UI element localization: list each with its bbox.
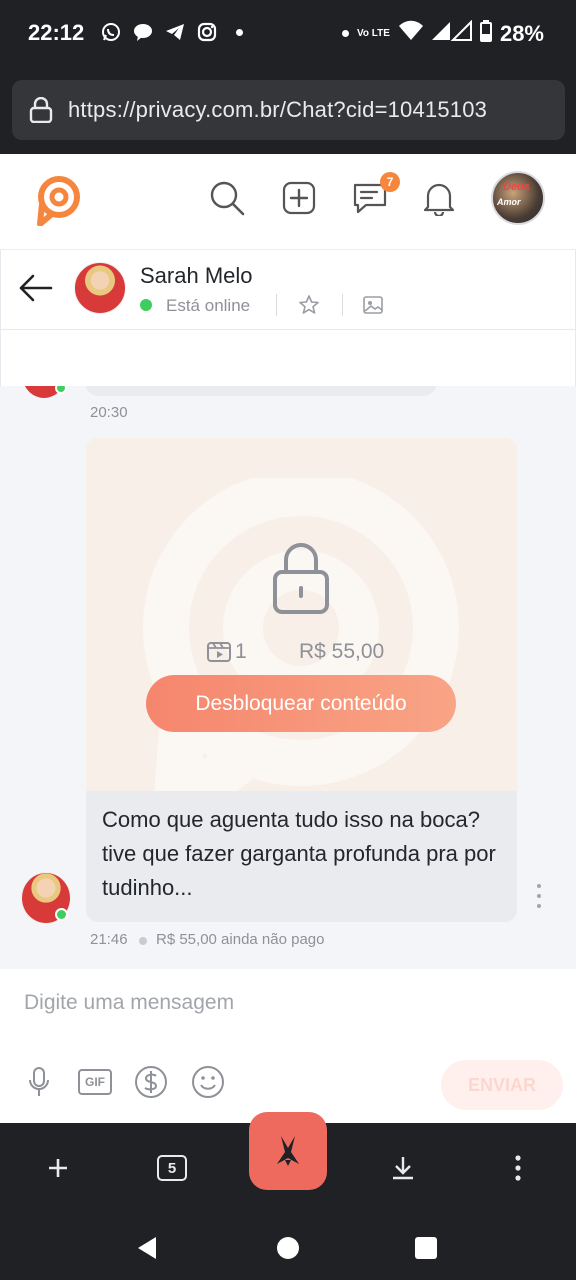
bell-icon[interactable] <box>419 178 459 218</box>
message-text: Como que aguenta tudo isso na boca? tive… <box>102 807 496 900</box>
gallery-icon[interactable] <box>362 294 384 316</box>
url-bar[interactable]: https://privacy.com.br/Chat?cid=10415103 <box>12 80 565 140</box>
tab-count: 5 <box>157 1155 187 1181</box>
locked-media-message[interactable]: 1 R$ 55,00 Desbloquear conteúdo Como que… <box>86 438 517 922</box>
battery-percent: 28% <box>499 20 544 46</box>
brave-button[interactable] <box>249 1112 327 1190</box>
message-time: 21:46 <box>90 931 128 948</box>
chat-subheader <box>0 330 576 386</box>
online-indicator <box>140 299 152 311</box>
message-list[interactable]: 20:30 1 R$ 55,00 Desbloquear conteúdo Co… <box>0 386 576 969</box>
browser-url-area: https://privacy.com.br/Chat?cid=10415103 <box>0 66 576 154</box>
nav-home-icon[interactable] <box>277 1237 299 1259</box>
privacy-watermark-icon <box>143 478 459 791</box>
search-icon[interactable] <box>207 178 247 218</box>
separator-dot <box>139 937 147 945</box>
signal-icon <box>431 19 472 47</box>
microphone-icon[interactable] <box>22 1065 56 1099</box>
star-icon[interactable] <box>298 294 320 316</box>
new-tab-icon[interactable] <box>43 1153 73 1183</box>
chat-icon <box>132 21 154 43</box>
add-post-icon[interactable] <box>279 178 319 218</box>
lock-icon <box>273 543 329 614</box>
send-button[interactable]: ENVIAR <box>441 1060 563 1110</box>
message-time: 20:30 <box>90 404 128 421</box>
telegram-icon <box>164 21 186 43</box>
emoji-icon[interactable] <box>191 1065 225 1099</box>
message-composer: GIF ENVIAR <box>0 969 576 1123</box>
avatar-text: Deus <box>503 181 530 193</box>
locked-media-preview: 1 R$ 55,00 Desbloquear conteúdo <box>86 438 517 791</box>
battery-icon <box>479 20 492 47</box>
contact-avatar[interactable] <box>74 262 126 314</box>
online-indicator <box>55 908 68 921</box>
messages-icon[interactable]: 7 <box>350 172 400 218</box>
chat-header: Sarah Melo Está online <box>0 250 576 330</box>
status-bar: 22:12 Vo LTE 28% <box>0 0 576 66</box>
dot-icon <box>341 30 349 37</box>
messages-badge: 7 <box>380 172 400 192</box>
divider <box>342 294 343 316</box>
status-time: 22:12 <box>28 20 85 45</box>
unlock-content-button[interactable]: Desbloquear conteúdo <box>146 675 456 732</box>
gif-icon[interactable]: GIF <box>78 1065 112 1099</box>
online-indicator <box>55 386 67 394</box>
download-icon[interactable] <box>388 1153 418 1183</box>
online-status: Está online <box>166 296 251 315</box>
lock-icon <box>29 97 53 123</box>
nav-back-icon[interactable] <box>136 1236 158 1260</box>
brave-lion-icon <box>277 1136 299 1166</box>
back-arrow-icon[interactable] <box>17 270 53 306</box>
video-icon <box>207 642 231 662</box>
previous-message-bubble[interactable] <box>85 386 437 396</box>
message-input[interactable] <box>24 987 544 1019</box>
whatsapp-icon <box>100 21 122 43</box>
video-count: 1 <box>235 640 247 663</box>
media-price: R$ 55,00 <box>299 640 385 663</box>
instagram-icon <box>196 21 218 43</box>
message-options-icon[interactable] <box>535 884 543 908</box>
privacy-logo-icon[interactable] <box>34 174 82 226</box>
profile-avatar[interactable]: Deus Amor <box>491 171 545 225</box>
volte-icon: Vo LTE <box>356 27 390 39</box>
url-text[interactable]: https://privacy.com.br/Chat?cid=10415103 <box>68 97 487 123</box>
gif-label: GIF <box>78 1069 112 1095</box>
wifi-icon <box>398 20 424 47</box>
dollar-icon[interactable] <box>134 1065 168 1099</box>
nav-recents-icon[interactable] <box>415 1237 437 1259</box>
tabs-button[interactable]: 5 <box>157 1153 187 1183</box>
avatar-text: Amor <box>497 197 521 207</box>
contact-name[interactable]: Sarah Melo <box>140 263 253 289</box>
payment-status: R$ 55,00 ainda não pago <box>156 931 325 948</box>
dot-icon <box>228 21 250 43</box>
divider <box>276 294 277 316</box>
menu-icon[interactable] <box>503 1153 533 1183</box>
app-header: 7 Deus Amor <box>0 154 576 250</box>
system-nav-bar <box>0 1213 576 1280</box>
